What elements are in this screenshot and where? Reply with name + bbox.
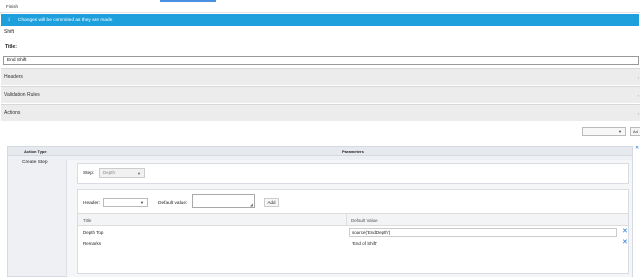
header-label: Header: (83, 201, 101, 206)
default-value-label: Default value: (158, 201, 188, 206)
section-actions-label: Actions (4, 110, 21, 116)
title-input[interactable]: End Shift (3, 56, 639, 65)
add-parameter-button[interactable]: Add (264, 198, 279, 207)
delete-icon[interactable]: ✕ (622, 228, 628, 236)
action-type-select[interactable]: ▼ (582, 127, 626, 136)
top-toolbar: Finish (0, 0, 640, 13)
page-subtitle: Shift (4, 29, 15, 35)
info-message: Changes will be commited as they are mad… (18, 17, 113, 23)
grid-header: Action Type Parameters (8, 147, 632, 156)
caret-down-icon: ▼ (140, 200, 144, 205)
info-banner: i Changes will be commited as they are m… (1, 14, 639, 26)
section-headers-label: Headers (4, 74, 23, 80)
col-action-type: Action Type (24, 149, 47, 154)
section-actions[interactable]: Actions › (1, 104, 640, 121)
step-box: Step: Depth ▼ (77, 163, 629, 184)
section-validation-rules-label: Validation Rules (4, 92, 40, 98)
caret-down-icon: ▼ (137, 171, 141, 176)
table-row: Remarks 'End of Shift' ✕ (78, 238, 628, 249)
caret-down-icon: ▼ (618, 129, 622, 134)
close-icon[interactable]: ✕ (635, 145, 639, 151)
actions-grid: Action Type Parameters Create Step Step:… (7, 146, 633, 277)
parameters-panel: Step: Depth ▼ Header: ▼ Default value: ◢… (66, 160, 632, 277)
parameters-box: Header: ▼ Default value: ◢ Add Title Def… (77, 189, 629, 274)
active-tab-indicator (160, 0, 216, 2)
step-select[interactable]: Depth ▼ (99, 168, 145, 178)
row-title: Remarks (83, 241, 102, 246)
row-value-input[interactable]: 'End of Shift' (349, 239, 617, 248)
parameters-table-header: Title Default Value (78, 214, 628, 226)
default-value-input[interactable]: ◢ (192, 194, 255, 208)
col-default-value: Default Value (351, 218, 378, 223)
step-selected: Depth (103, 170, 116, 175)
section-headers[interactable]: Headers › (1, 68, 640, 85)
column-divider (346, 214, 347, 226)
table-row: Depth Top source('EndDepth') ✕ (78, 227, 628, 238)
delete-icon[interactable]: ✕ (622, 239, 628, 247)
finish-button[interactable]: Finish (6, 4, 18, 9)
row-value-input[interactable]: source('EndDepth') (349, 228, 617, 237)
info-icon: i (8, 17, 10, 23)
add-action-button[interactable]: Ad (630, 127, 640, 136)
col-parameters: Parameters (342, 149, 364, 154)
action-type-value: Create Step (22, 160, 48, 165)
chevron-icon: › (637, 75, 639, 80)
row-title: Depth Top (83, 230, 104, 235)
resize-grip-icon[interactable]: ◢ (250, 202, 253, 207)
col-title: Title (83, 218, 92, 223)
header-select[interactable]: ▼ (103, 198, 148, 207)
section-validation-rules[interactable]: Validation Rules › (1, 86, 640, 103)
step-label: Step: (83, 171, 95, 176)
title-label: Title: (5, 44, 17, 50)
chevron-icon: › (637, 93, 639, 98)
chevron-icon: › (637, 111, 639, 116)
